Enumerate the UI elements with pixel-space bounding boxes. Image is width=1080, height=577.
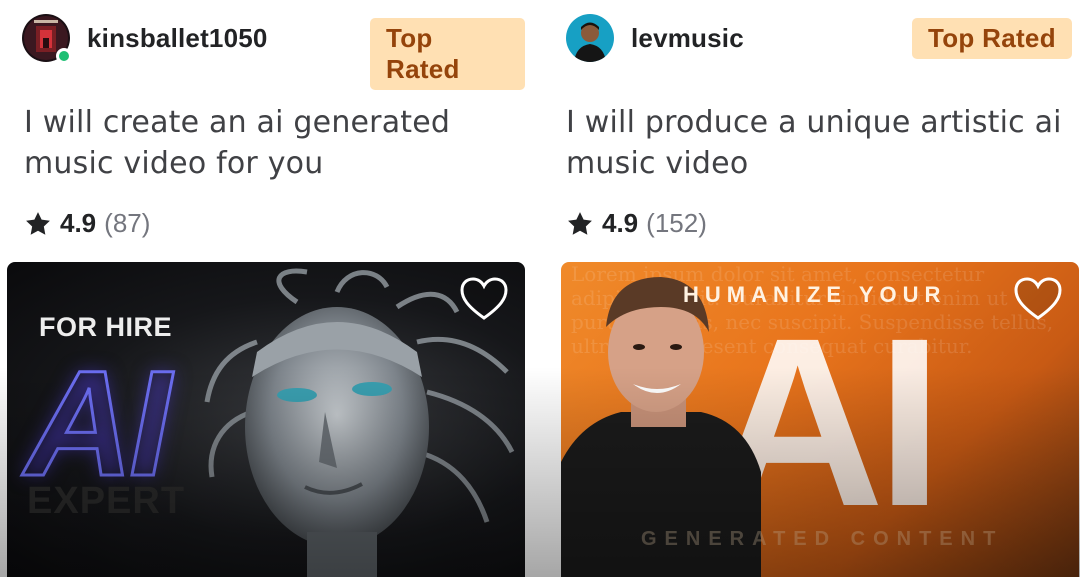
gig-thumbnail[interactable]: FOR HIRE AI EXPERT bbox=[7, 262, 525, 577]
star-icon bbox=[26, 211, 50, 235]
seller-name[interactable]: kinsballet1050 bbox=[87, 23, 268, 54]
gig-thumbnail[interactable]: Lorem ipsum dolor sit amet, consectetur … bbox=[561, 262, 1079, 577]
gig-title[interactable]: I will create an ai generated music vide… bbox=[24, 102, 544, 184]
online-status-icon bbox=[56, 48, 72, 64]
rating-count: (152) bbox=[646, 208, 707, 238]
thumbnail-heading: HUMANIZE YOUR bbox=[683, 282, 947, 307]
rating: 4.9 (152) bbox=[566, 208, 707, 239]
avatar[interactable] bbox=[22, 14, 72, 64]
gig-card[interactable]: kinsballet1050 Top Rated I will create a… bbox=[0, 0, 525, 577]
star-icon bbox=[568, 211, 592, 235]
rating: 4.9 (87) bbox=[24, 208, 150, 239]
avatar[interactable] bbox=[566, 14, 614, 62]
seller-info[interactable]: levmusic bbox=[566, 14, 744, 62]
gig-title[interactable]: I will produce a unique artistic ai musi… bbox=[566, 102, 1080, 184]
top-rated-badge: Top Rated bbox=[370, 18, 525, 90]
rating-score: 4.9 bbox=[602, 208, 639, 238]
gig-card[interactable]: levmusic Top Rated I will produce a uniq… bbox=[555, 0, 1080, 577]
thumbnail-subheading: GENERATED CONTENT bbox=[641, 528, 1004, 550]
heart-icon[interactable] bbox=[459, 276, 509, 322]
heart-icon[interactable] bbox=[1013, 276, 1063, 322]
seller-info[interactable]: kinsballet1050 bbox=[22, 14, 268, 64]
rating-count: (87) bbox=[104, 208, 151, 238]
seller-name[interactable]: levmusic bbox=[631, 23, 744, 54]
thumbnail-subheading: EXPERT bbox=[27, 480, 186, 522]
top-rated-badge: Top Rated bbox=[912, 18, 1072, 59]
rating-score: 4.9 bbox=[60, 208, 97, 238]
